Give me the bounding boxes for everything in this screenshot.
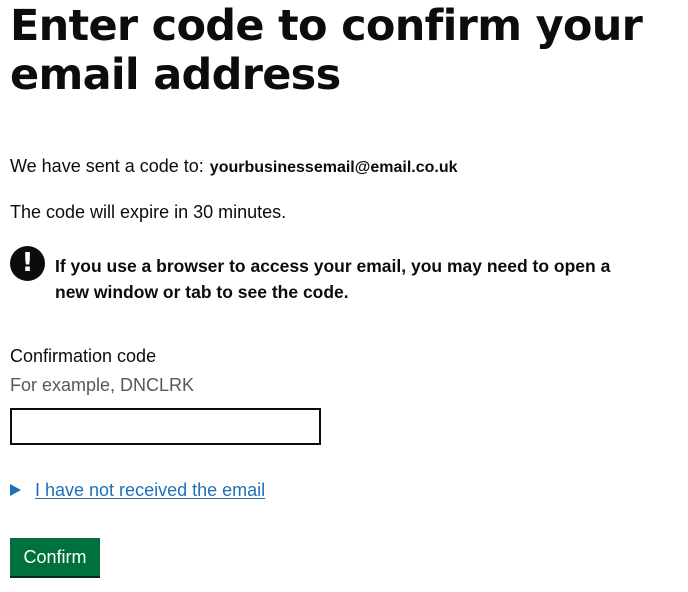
warning-icon: ! <box>10 246 45 281</box>
not-received-email-link[interactable]: I have not received the email <box>35 478 265 502</box>
sent-code-prefix: We have sent a code to: <box>10 156 204 176</box>
confirmation-code-input[interactable] <box>10 408 321 445</box>
confirm-button[interactable]: Confirm <box>10 538 100 576</box>
page: Enter code to confirm your email address… <box>0 0 688 592</box>
triangle-right-icon <box>10 484 21 496</box>
code-expiry-message: The code will expire in 30 minutes. <box>10 202 287 222</box>
sent-code-message: We have sent a code to: yourbusinessemail… <box>10 154 458 180</box>
recipient-email: yourbusinessemail@email.co.uk <box>209 159 458 176</box>
confirmation-code-label: Confirmation code <box>10 346 157 366</box>
warning-message: If you use a browser to access your emai… <box>55 256 611 302</box>
page-title: Enter code to confirm your email address <box>10 1 643 100</box>
confirmation-code-hint: For example, DNCLRK <box>10 375 195 395</box>
